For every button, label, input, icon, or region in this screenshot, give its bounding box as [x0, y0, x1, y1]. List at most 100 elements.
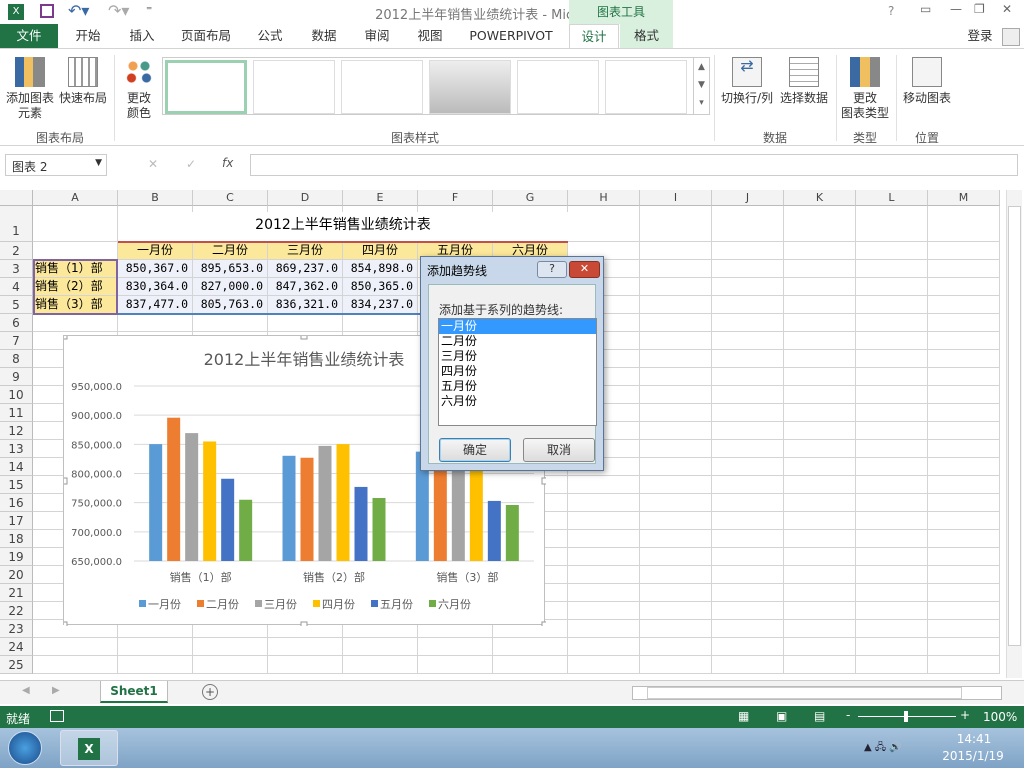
- cell[interactable]: [418, 656, 493, 674]
- cell[interactable]: [712, 386, 784, 404]
- cell[interactable]: [640, 656, 712, 674]
- tab-review[interactable]: 审阅: [353, 24, 401, 48]
- cell[interactable]: [568, 548, 640, 566]
- column-header-k[interactable]: K: [784, 190, 856, 206]
- cell[interactable]: [856, 368, 928, 386]
- cell[interactable]: [856, 296, 928, 314]
- row-header-3[interactable]: 3: [0, 260, 33, 278]
- row-header-21[interactable]: 21: [0, 584, 33, 602]
- cell[interactable]: [856, 638, 928, 656]
- cell[interactable]: [712, 368, 784, 386]
- value-cell[interactable]: 850,365.0: [343, 278, 418, 296]
- cell[interactable]: [33, 206, 118, 242]
- column-label[interactable]: 二月份: [193, 242, 268, 260]
- cell[interactable]: [784, 206, 856, 242]
- scroll-sheets-left-icon[interactable]: ◀: [22, 685, 30, 696]
- cancel-button[interactable]: 取消: [523, 438, 595, 462]
- cell[interactable]: [784, 656, 856, 674]
- column-header-j[interactable]: J: [712, 190, 784, 206]
- tray-icons[interactable]: ▲ 🖧 🔊: [864, 740, 902, 757]
- cell[interactable]: [712, 296, 784, 314]
- column-header-i[interactable]: I: [640, 190, 712, 206]
- series-option[interactable]: 三月份: [439, 349, 596, 364]
- value-cell[interactable]: 836,321.0: [268, 296, 343, 314]
- cell[interactable]: [712, 242, 784, 260]
- cell[interactable]: [712, 638, 784, 656]
- tab-format[interactable]: 格式: [620, 24, 673, 48]
- cell[interactable]: [640, 458, 712, 476]
- scroll-sheets-right-icon[interactable]: ▶: [52, 685, 60, 696]
- cell[interactable]: [856, 440, 928, 458]
- cell[interactable]: [856, 260, 928, 278]
- cell[interactable]: [640, 404, 712, 422]
- column-header-c[interactable]: C: [193, 190, 268, 206]
- cell[interactable]: [712, 494, 784, 512]
- column-header-f[interactable]: F: [418, 190, 493, 206]
- cell[interactable]: [784, 422, 856, 440]
- ribbon-display-button[interactable]: ▭: [920, 2, 931, 16]
- cell[interactable]: [568, 476, 640, 494]
- cell[interactable]: [856, 494, 928, 512]
- cell[interactable]: [856, 206, 928, 242]
- cell[interactable]: [784, 368, 856, 386]
- page-layout-view-icon[interactable]: ▣: [776, 709, 787, 723]
- row-header-22[interactable]: 22: [0, 602, 33, 620]
- series-option[interactable]: 二月份: [439, 334, 596, 349]
- row-header-9[interactable]: 9: [0, 368, 33, 386]
- macro-record-icon[interactable]: [50, 710, 64, 722]
- cell[interactable]: [640, 422, 712, 440]
- column-header-h[interactable]: H: [568, 190, 640, 206]
- tab-powerpivot[interactable]: POWERPIVOT: [462, 24, 560, 48]
- cell[interactable]: [856, 350, 928, 368]
- cell[interactable]: [268, 638, 343, 656]
- cell[interactable]: [640, 620, 712, 638]
- chart-style-1[interactable]: [165, 60, 247, 114]
- cell[interactable]: [712, 314, 784, 332]
- cell[interactable]: [640, 584, 712, 602]
- cell[interactable]: [640, 386, 712, 404]
- cell[interactable]: [856, 458, 928, 476]
- cell[interactable]: [856, 530, 928, 548]
- cell[interactable]: [712, 512, 784, 530]
- row-header-1[interactable]: 1: [0, 206, 33, 242]
- cell[interactable]: [928, 440, 1000, 458]
- cell[interactable]: [928, 656, 1000, 674]
- switch-row-column-button[interactable]: ⇄ 切换行/列: [718, 57, 776, 106]
- cell[interactable]: [856, 278, 928, 296]
- value-cell[interactable]: 830,364.0: [118, 278, 193, 296]
- cell[interactable]: [343, 314, 418, 332]
- column-header-g[interactable]: G: [493, 190, 568, 206]
- help-button[interactable]: ?: [537, 261, 567, 278]
- cell[interactable]: [784, 350, 856, 368]
- cell[interactable]: [640, 368, 712, 386]
- cell[interactable]: [928, 260, 1000, 278]
- cell[interactable]: [784, 512, 856, 530]
- cell[interactable]: [640, 296, 712, 314]
- tab-view[interactable]: 视图: [406, 24, 454, 48]
- cell[interactable]: [856, 386, 928, 404]
- cell[interactable]: [640, 494, 712, 512]
- cell[interactable]: [784, 458, 856, 476]
- cell[interactable]: [784, 404, 856, 422]
- taskbar-excel-button[interactable]: X: [60, 730, 118, 766]
- row-header-12[interactable]: 12: [0, 422, 33, 440]
- cell[interactable]: [784, 296, 856, 314]
- close-button[interactable]: ✕: [1002, 2, 1012, 16]
- gallery-scroll[interactable]: ▲ ▼ ▾: [693, 58, 709, 114]
- cell[interactable]: [928, 566, 1000, 584]
- series-option[interactable]: 六月份: [439, 394, 596, 409]
- name-box[interactable]: 图表 2 ▼: [5, 154, 107, 176]
- cell[interactable]: [928, 530, 1000, 548]
- cell[interactable]: [712, 566, 784, 584]
- cell[interactable]: [856, 584, 928, 602]
- chart-style-4[interactable]: [429, 60, 511, 114]
- row-header-11[interactable]: 11: [0, 404, 33, 422]
- cell[interactable]: [784, 476, 856, 494]
- cell[interactable]: [784, 260, 856, 278]
- horizontal-scrollbar[interactable]: [632, 686, 1002, 700]
- cell[interactable]: [712, 656, 784, 674]
- cell[interactable]: [784, 332, 856, 350]
- row-header-10[interactable]: 10: [0, 386, 33, 404]
- cell[interactable]: [784, 242, 856, 260]
- cell[interactable]: [928, 458, 1000, 476]
